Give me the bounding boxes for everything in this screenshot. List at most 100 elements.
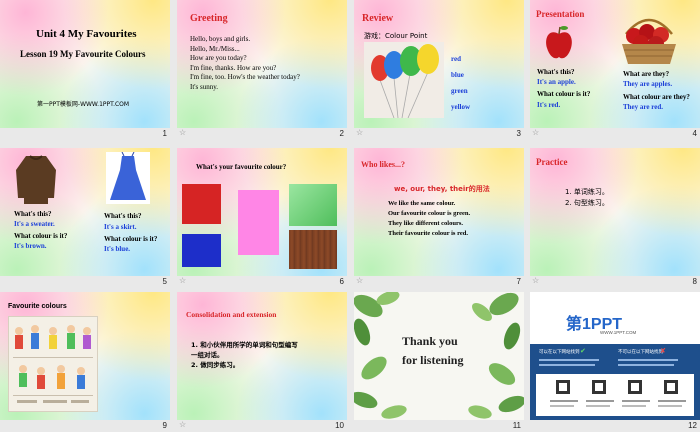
text-line: Hello, Mr./Miss... bbox=[190, 44, 240, 53]
slide-thumbnail-4[interactable]: Presentation What's this? It's an apple.… bbox=[530, 0, 700, 140]
list-item: 一组对话。 bbox=[191, 351, 224, 359]
slide-footer: ☆ 2 bbox=[177, 128, 347, 140]
slide-footer: ☆ 10 bbox=[177, 420, 347, 432]
slide-canvas: 第1PPT WWW.1PPT.COM 可以在以下网站找到 ✔ 不可以在以下网站找… bbox=[530, 292, 700, 420]
slide-footer: 11 bbox=[354, 420, 524, 432]
slide-footer: ☆ 4 bbox=[530, 128, 700, 140]
slide-thumbnail-8[interactable]: Practice 1. 单词练习。 2. 句型练习。 ☆ 8 bbox=[530, 148, 700, 288]
check-icon: ✔ bbox=[580, 347, 586, 355]
slide-number: 6 bbox=[339, 277, 344, 286]
answer-text: It's brown. bbox=[14, 242, 47, 250]
answer-text: They are apples. bbox=[623, 80, 673, 88]
slide-title: Unit 4 My Favourites bbox=[36, 28, 137, 40]
star-icon: ☆ bbox=[179, 276, 187, 285]
question-text: What's this? bbox=[537, 68, 575, 76]
star-icon: ☆ bbox=[532, 276, 540, 285]
text-line: They like different colours. bbox=[388, 220, 463, 227]
slide-thumbnail-7[interactable]: Who likes...? we, our, they, their的用法 We… bbox=[354, 148, 524, 288]
question-text: What's this? bbox=[104, 212, 142, 220]
slide-thumbnail-11[interactable]: Thank you for listening 11 bbox=[354, 292, 524, 432]
slide-title: Consolidation and extension bbox=[186, 310, 277, 319]
slide-number: 4 bbox=[692, 129, 697, 138]
text-line: We like the same colour. bbox=[388, 200, 456, 207]
answer-text: They are red. bbox=[623, 103, 663, 111]
game-label: 游戏：Colour Point bbox=[364, 32, 428, 40]
slide-number: 9 bbox=[162, 421, 167, 430]
answer-text: It's blue. bbox=[104, 245, 131, 253]
text-line: I'm fine, thanks. How are you? bbox=[190, 63, 277, 72]
slide-thumbnail-3[interactable]: Review 游戏：Colour Point red blue green ye… bbox=[354, 0, 524, 140]
balloons-image bbox=[364, 42, 444, 119]
slide-number: 11 bbox=[512, 421, 521, 430]
slide-footer: ☆ 7 bbox=[354, 276, 524, 288]
slide-footer: 1 bbox=[0, 128, 170, 140]
balloons-icon bbox=[371, 44, 439, 119]
color-word-list: red blue green yellow bbox=[451, 51, 470, 115]
slide-title: Review bbox=[362, 13, 394, 24]
apple-icon bbox=[546, 26, 572, 59]
answer-text: It's an apple. bbox=[537, 78, 576, 86]
brand-url: WWW.1PPT.COM bbox=[600, 330, 637, 335]
slide-number: 8 bbox=[692, 277, 697, 286]
brown-wood-swatch bbox=[289, 230, 337, 269]
star-icon: ☆ bbox=[356, 276, 364, 285]
answer-text: It's red. bbox=[537, 101, 561, 109]
slide-thumbnail-5[interactable]: What's this? It's a sweater. What colour… bbox=[0, 148, 170, 288]
slide-thumbnail-6[interactable]: What's your favourite colour? ☆ 6 bbox=[177, 148, 347, 288]
slide-thumbnail-12[interactable]: 第1PPT WWW.1PPT.COM 可以在以下网站找到 ✔ 不可以在以下网站找… bbox=[530, 292, 700, 432]
text-line bbox=[618, 359, 678, 361]
green-swatch bbox=[289, 184, 337, 226]
practice-list: 1. 单词练习。 2. 句型练习。 bbox=[565, 187, 609, 209]
slide-footer: ☆ 6 bbox=[177, 276, 347, 288]
slide-thumbnail-9[interactable]: Favourite colours 9 bbox=[0, 292, 170, 432]
greeting-lines: Hello, boys and girls. Hello, Mr./Miss..… bbox=[190, 35, 300, 93]
slide-canvas: Greeting Hello, boys and girls. Hello, M… bbox=[177, 0, 347, 128]
panel-note: 不可以在以下网站找到 bbox=[618, 350, 663, 355]
task-list: 1. 和小伙伴用所学的单词和句型编写 一组对话。 2. 做同步练习。 bbox=[191, 340, 298, 370]
slide-title: Favourite colours bbox=[8, 303, 67, 310]
question-text: What are they? bbox=[623, 70, 670, 78]
star-icon: ☆ bbox=[179, 128, 187, 137]
slide-thumbnail-1[interactable]: Unit 4 My Favourites Lesson 19 My Favour… bbox=[0, 0, 170, 140]
slide-title: Practice bbox=[536, 157, 568, 167]
blue-swatch bbox=[182, 234, 221, 267]
textbook-illustration bbox=[8, 316, 98, 412]
red-swatch bbox=[182, 184, 221, 224]
slide-canvas: Consolidation and extension 1. 和小伙伴用所学的单… bbox=[177, 292, 347, 420]
pink-swatch bbox=[238, 190, 279, 255]
skirt-dress-icon bbox=[106, 152, 150, 204]
text-line: Their favourite colour is red. bbox=[388, 230, 468, 237]
star-icon: ☆ bbox=[532, 128, 540, 137]
star-icon: ☆ bbox=[356, 128, 364, 137]
text-line: It's sunny. bbox=[190, 82, 219, 91]
text-line: Hello, boys and girls. bbox=[190, 35, 251, 43]
slide-footer: ☆ 3 bbox=[354, 128, 524, 140]
text-line bbox=[539, 364, 595, 366]
list-item: 2. 做同步练习。 bbox=[191, 361, 240, 369]
color-word: blue bbox=[451, 71, 464, 79]
slide-canvas: Presentation What's this? It's an apple.… bbox=[530, 0, 700, 128]
text-line: How are you today? bbox=[190, 54, 247, 63]
text-line: I'm fine, too. How's the weather today? bbox=[190, 73, 300, 82]
slide-number: 12 bbox=[688, 421, 697, 430]
slide-thumbnail-2[interactable]: Greeting Hello, boys and girls. Hello, M… bbox=[177, 0, 347, 140]
thank-you-line: for listening bbox=[402, 353, 464, 367]
thank-you-line: Thank you bbox=[402, 334, 458, 348]
apple-basket-icon bbox=[622, 18, 676, 64]
example-lines: We like the same colour. Our favourite c… bbox=[388, 199, 470, 239]
slide-footer: 9 bbox=[0, 420, 170, 432]
slide-footer: 5 bbox=[0, 276, 170, 288]
children-illustration-icon bbox=[13, 325, 93, 403]
slide-title: Who likes...? bbox=[361, 160, 406, 169]
answer-text: It's a skirt. bbox=[104, 223, 137, 231]
question-text: What colour is it? bbox=[104, 235, 158, 243]
star-icon: ☆ bbox=[179, 420, 187, 429]
question-text: What colour is it? bbox=[14, 232, 68, 240]
slide-number: 5 bbox=[162, 277, 167, 286]
slide-canvas: Practice 1. 单词练习。 2. 句型练习。 bbox=[530, 148, 700, 276]
grammar-rule: we, our, they, their的用法 bbox=[394, 185, 490, 193]
slide-canvas: Thank you for listening bbox=[354, 292, 524, 420]
slide-thumbnail-10[interactable]: Consolidation and extension 1. 和小伙伴用所学的单… bbox=[177, 292, 347, 432]
slide-canvas: Favourite colours bbox=[0, 292, 170, 420]
qr-code-icon bbox=[550, 380, 686, 407]
